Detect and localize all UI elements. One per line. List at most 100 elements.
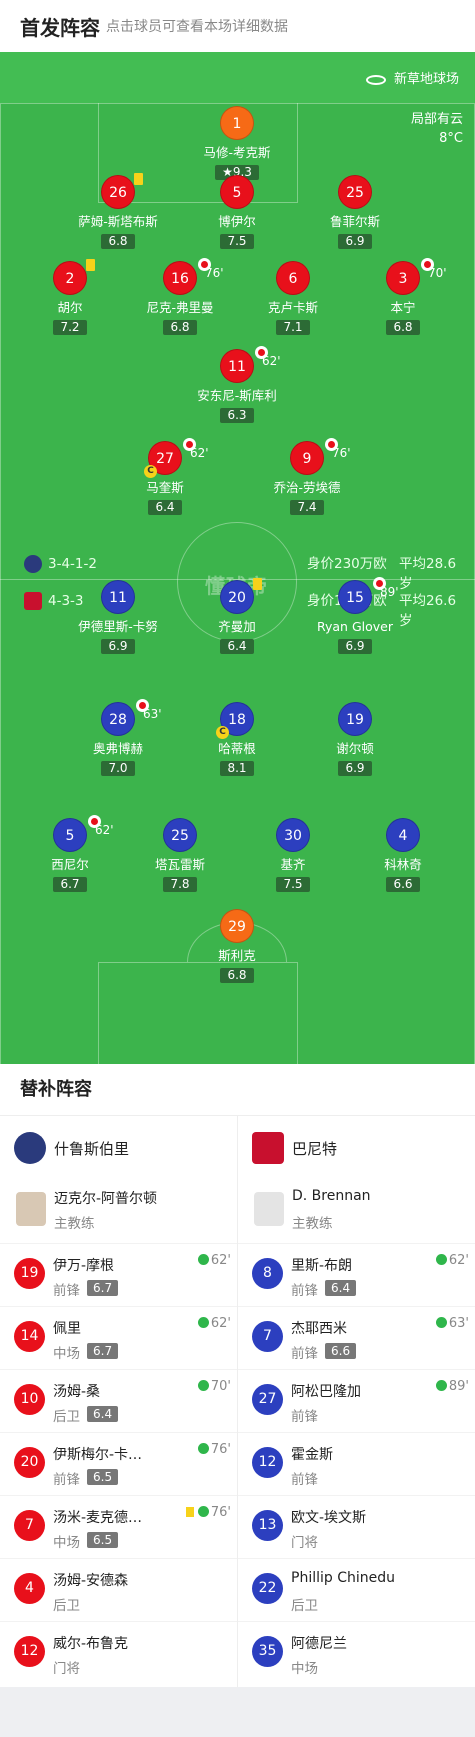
sub-in-time: 76' <box>197 1442 231 1457</box>
player-name: 马奎斯 <box>146 480 184 495</box>
sub-in-time: 89' <box>435 1379 469 1394</box>
player-number-badge: 3 70' <box>386 258 447 295</box>
sub-rating: 6.7 <box>87 1280 119 1296</box>
player-rating: 7.5 <box>276 877 310 892</box>
player-number-badge: 2 <box>53 259 95 295</box>
player-number-badge: 20 <box>220 578 262 614</box>
sub-position: 后卫 <box>53 1598 80 1614</box>
away-sub-row[interactable]: 12 霍金斯 前锋 <box>238 1432 475 1495</box>
away-player[interactable]: 29 斯利克 6.8 <box>172 909 302 983</box>
away-team-row[interactable]: 巴尼特 <box>238 1116 475 1180</box>
yellow-card-icon <box>185 1507 194 1517</box>
stadium-name: 新草地球场 <box>393 72 459 87</box>
sub-position: 中场 <box>291 1661 318 1677</box>
player-number-badge: 15 89' <box>338 577 399 614</box>
away-player[interactable]: 20 齐曼加 6.4 <box>172 578 302 654</box>
away-sub-row[interactable]: 22 Phillip Chinedu 后卫 <box>238 1558 475 1621</box>
sub-rating: 6.5 <box>87 1469 119 1485</box>
sub-position: 前锋 <box>291 1346 318 1362</box>
sub-in-minute: 76' <box>210 1442 231 1457</box>
player-rating: 7.5 <box>220 234 254 249</box>
home-sub-row[interactable]: 14 佩里 中场 6.7 62' <box>0 1306 237 1369</box>
sub-name: 汤米-麦克德… <box>53 1510 143 1526</box>
player-rating: 7.4 <box>290 500 324 515</box>
home-player[interactable]: 5 博伊尔 7.5 <box>172 175 302 249</box>
home-coach-name: 迈克尔-阿普尔顿 <box>54 1191 158 1207</box>
away-sub-row[interactable]: 7 杰耶西米 前锋 6.6 63' <box>238 1306 475 1369</box>
home-player[interactable]: 3 70' 本宁 6.8 <box>338 258 468 335</box>
away-sub-row[interactable]: 8 里斯-布朗 前锋 6.4 62' <box>238 1243 475 1306</box>
home-player[interactable]: 16 76' 尼克-弗里曼 6.8 <box>115 258 245 335</box>
player-name: 尼克-弗里曼 <box>146 300 214 315</box>
away-coach-name: D. Brennan <box>292 1188 371 1204</box>
home-team-row[interactable]: 什鲁斯伯里 <box>0 1116 237 1180</box>
home-player[interactable]: 1 马修-考克斯 ★9.3 <box>172 106 302 180</box>
home-sub-row[interactable]: 10 汤姆-桑 后卫 6.4 70' <box>0 1369 237 1432</box>
player-number-badge: 4 <box>386 818 420 852</box>
weather-temp: 8°C <box>439 131 463 146</box>
home-player[interactable]: 25 鲁菲尔斯 6.9 <box>290 175 420 249</box>
away-sub-row[interactable]: 13 欧文-埃文斯 门将 <box>238 1495 475 1558</box>
sub-out-time: 89' <box>380 585 399 599</box>
home-player[interactable]: 11 62' 安东尼-斯库利 6.3 <box>172 346 302 423</box>
away-player[interactable]: 18 C 哈蒂根 8.1 <box>172 702 302 776</box>
home-sub-row[interactable]: 12 威尔-布鲁克 门将 <box>0 1621 237 1684</box>
sub-position: 中场 <box>53 1346 80 1362</box>
pitch: 新草地球场 局部有云8°C 懂球帝 3-4-1-2 身价230万欧 平均28.6… <box>0 52 475 1064</box>
away-sub-row[interactable]: 35 阿德尼兰 中场 <box>238 1621 475 1684</box>
sub-name: 霍金斯 <box>291 1447 333 1463</box>
lineup-hint: 点击球员可查看本场详细数据 <box>106 19 288 35</box>
home-player[interactable]: 9 76' 乔治-劳埃德 7.4 <box>242 438 372 515</box>
player-number-badge: 9 76' <box>290 438 351 475</box>
sub-name: 里斯-布朗 <box>291 1258 353 1274</box>
sub-out-time: 70' <box>428 266 447 280</box>
lineup-title: 首发阵容 <box>20 16 100 40</box>
sub-in-icon <box>197 1443 209 1454</box>
away-player[interactable]: 25 塔瓦雷斯 7.8 <box>115 818 245 892</box>
away-coach-role: 主教练 <box>292 1216 333 1232</box>
sub-position: 前锋 <box>53 1283 80 1299</box>
home-player[interactable]: 26 萨姆-斯塔布斯 6.8 <box>53 173 183 249</box>
home-team-logo-icon <box>24 555 42 573</box>
away-sub-row[interactable]: 27 阿松巴隆加 前锋 89' <box>238 1369 475 1432</box>
sub-number-badge: 7 <box>14 1510 45 1541</box>
home-sub-row[interactable]: 4 汤姆-安德森 后卫 <box>0 1558 237 1621</box>
away-player[interactable]: 28 63' 奥弗博赫 7.0 <box>53 699 183 776</box>
sub-position: 后卫 <box>291 1598 318 1614</box>
sub-number-badge: 10 <box>14 1384 45 1415</box>
away-player[interactable]: 11 伊德里斯-卡努 6.9 <box>53 580 183 654</box>
home-player[interactable]: 27 62' C 马奎斯 6.4 <box>100 438 230 515</box>
away-team-name: 巴尼特 <box>292 1140 338 1158</box>
player-rating: 6.3 <box>220 408 254 423</box>
player-name: 哈蒂根 <box>218 741 256 756</box>
sub-in-minute: 70' <box>210 1379 231 1394</box>
sub-position: 门将 <box>53 1661 80 1677</box>
yellow-card-icon <box>253 578 262 590</box>
coach-avatar <box>16 1192 46 1226</box>
away-player[interactable]: 4 科林奇 6.6 <box>338 818 468 892</box>
home-sub-row[interactable]: 19 伊万-摩根 前锋 6.7 62' <box>0 1243 237 1306</box>
sub-number-badge: 8 <box>252 1258 283 1289</box>
sub-position: 门将 <box>291 1535 318 1551</box>
sub-name: 阿德尼兰 <box>291 1636 347 1652</box>
sub-in-time: 70' <box>197 1379 231 1394</box>
player-name: 齐曼加 <box>218 619 256 634</box>
sub-number-badge: 19 <box>14 1258 45 1289</box>
player-rating: 6.8 <box>163 320 197 335</box>
player-number-badge: 1 <box>220 106 254 140</box>
away-player[interactable]: 19 谢尔顿 6.9 <box>290 702 420 776</box>
sub-in-icon <box>197 1317 209 1328</box>
player-number-badge: 19 <box>338 702 372 736</box>
home-value: 身价230万欧 <box>307 556 387 572</box>
home-coach[interactable]: 迈克尔-阿普尔顿 主教练 <box>0 1180 237 1242</box>
away-coach[interactable]: D. Brennan 主教练 <box>238 1180 475 1242</box>
coach-avatar-placeholder-icon <box>254 1192 284 1226</box>
sub-rating: 6.4 <box>325 1280 357 1296</box>
home-sub-row[interactable]: 7 汤米-麦克德… 中场 6.5 76' <box>0 1495 237 1558</box>
home-sub-row[interactable]: 20 伊斯梅尔-卡… 前锋 6.5 76' <box>0 1432 237 1495</box>
away-player[interactable]: 15 89' Ryan Glover 6.9 <box>290 577 420 654</box>
sub-number-badge: 14 <box>14 1321 45 1352</box>
player-number-badge: 11 62' <box>220 346 281 383</box>
sub-out-time: 62' <box>95 823 114 837</box>
sub-rating: 6.4 <box>87 1406 119 1422</box>
